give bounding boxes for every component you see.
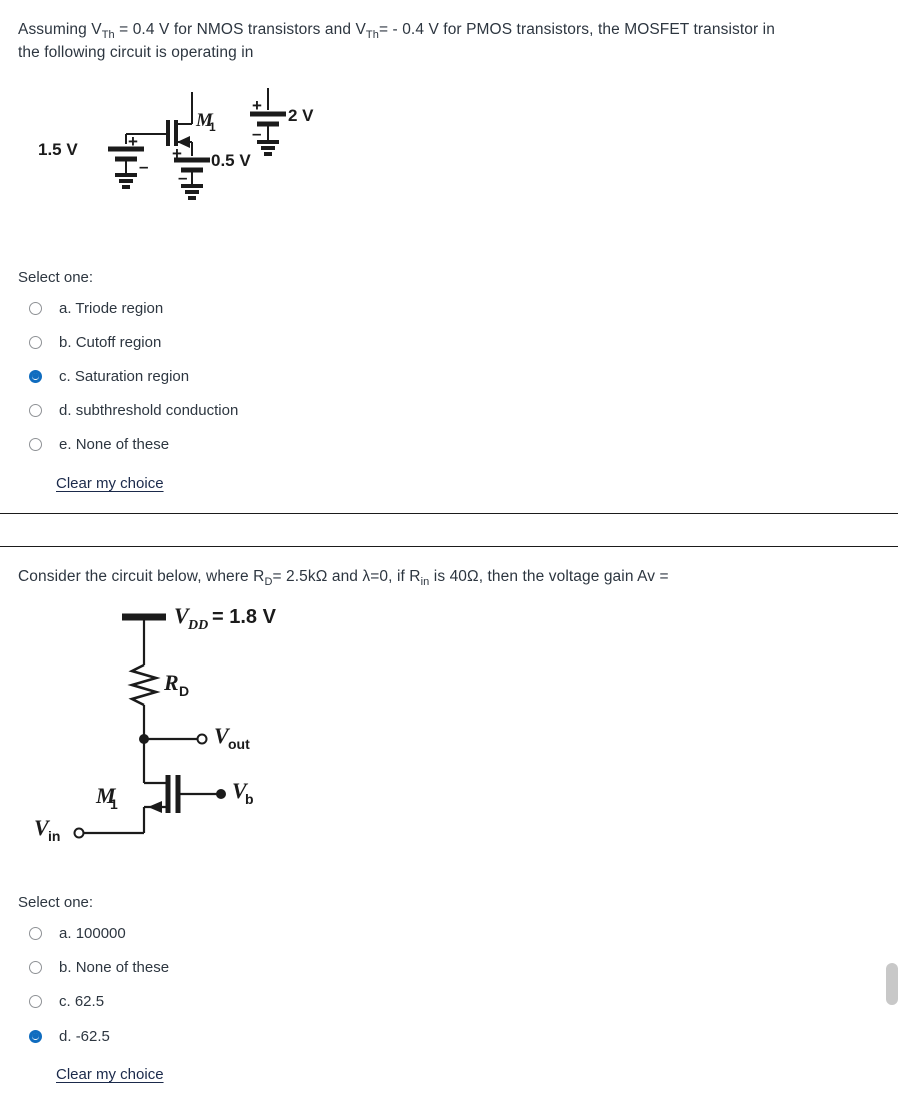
vb-sub: b [245, 791, 254, 807]
q1-option-d[interactable]: d. subthreshold conduction [29, 399, 238, 421]
q2-option-b[interactable]: b. None of these [29, 956, 169, 978]
q1-prompt-sub1: Th [101, 29, 115, 42]
transistor-m1-sub: 1 [209, 120, 216, 134]
q1-prompt-seg3: = - 0.4 V for PMOS transistors, the MOSF… [378, 21, 775, 38]
vin-terminal [73, 827, 85, 839]
polarity-plus-3: + [252, 96, 262, 115]
q1-option-a-label: a. Triode region [59, 300, 163, 317]
q2-prompt-sub1: D [264, 576, 273, 589]
q1-option-b-label: b. Cutoff region [59, 334, 161, 351]
q2-option-c-key: c. [59, 992, 71, 1010]
question-2-prompt: Consider the circuit below, where RD= 2.… [18, 565, 886, 588]
q1-option-c-key: c. [59, 367, 71, 385]
q2-prompt-seg1: Consider the circuit below, where R [18, 568, 265, 585]
q1-option-b-text: Cutoff region [75, 333, 162, 351]
q1-option-e-key: e. [59, 435, 72, 453]
q2-radio-a[interactable] [29, 926, 42, 940]
source-1v5-label: 1.5 V [38, 140, 78, 159]
q2-option-c-text: 62.5 [74, 992, 105, 1010]
q1-radio-d[interactable] [29, 403, 42, 417]
q2-radio-b[interactable] [29, 960, 42, 974]
q1-option-a-text: Triode region [75, 299, 164, 317]
vout-sub: out [228, 736, 250, 752]
q1-option-b[interactable]: b. Cutoff region [29, 331, 161, 353]
q1-option-e[interactable]: e. None of these [29, 433, 169, 455]
q2-option-a-text: 100000 [75, 924, 126, 942]
q2-prompt-seg2: = 2.5kΩ and λ=0, if R [272, 568, 421, 585]
q1-option-c[interactable]: c. Saturation region [29, 365, 189, 387]
q2-option-a-label: a. 100000 [59, 925, 126, 942]
q2-radio-d[interactable] [29, 1029, 42, 1043]
question-1-prompt: Assuming VTh = 0.4 V for NMOS transistor… [18, 18, 886, 64]
q1-option-a-key: a. [59, 299, 72, 317]
q1-option-d-key: d. [59, 401, 72, 419]
q2-option-a[interactable]: a. 100000 [29, 922, 126, 944]
section-divider-top [0, 513, 898, 514]
q1-select-one-label: Select one: [18, 269, 94, 286]
q2-prompt-seg3: is 40Ω, then the voltage gain Av = [429, 568, 669, 585]
common-gate-amplifier-svg: V DD = 1.8 V R D V out V b V in M 1 [34, 603, 277, 844]
q1-radio-a[interactable] [29, 301, 42, 315]
q1-option-c-text: Saturation region [74, 367, 190, 385]
transistor-m1-sub-2: 1 [110, 796, 118, 812]
q1-radio-e[interactable] [29, 437, 42, 451]
q1-option-e-text: None of these [75, 435, 170, 453]
polarity-minus-2: – [178, 168, 187, 187]
q1-prompt-line2: the following circuit is operating in [18, 44, 254, 61]
q2-option-c-label: c. 62.5 [59, 993, 104, 1010]
q1-prompt-seg2: = 0.4 V for NMOS transistors and V [114, 21, 366, 38]
q2-option-d-text: -62.5 [75, 1027, 110, 1045]
q1-option-a[interactable]: a. Triode region [29, 297, 163, 319]
q2-option-b-key: b. [59, 958, 72, 976]
q2-option-b-text: None of these [75, 958, 170, 976]
q1-option-e-label: e. None of these [59, 436, 169, 453]
output-node-dot [139, 734, 149, 744]
vb-terminal [216, 789, 226, 799]
nmos-source-arrow-2 [148, 801, 162, 813]
quiz-page: Assuming VTh = 0.4 V for NMOS transistor… [0, 0, 898, 1098]
q1-radio-b[interactable] [29, 335, 42, 349]
vout-terminal [196, 733, 208, 745]
q2-option-c[interactable]: c. 62.5 [29, 990, 104, 1012]
q1-clear-my-choice-link[interactable]: Clear my choice [56, 475, 164, 492]
polarity-plus-2: + [172, 144, 182, 163]
nmos-bias-circuit-svg: 1.5 V 0.5 V 2 V M 1 + – + – + – [38, 88, 314, 200]
q1-prompt-sub2: Th [365, 29, 379, 42]
q1-option-d-text: subthreshold conduction [75, 401, 239, 419]
vdd-sub: DD [187, 618, 208, 633]
q2-option-b-label: b. None of these [59, 959, 169, 976]
section-divider-bottom [0, 546, 898, 547]
q2-option-a-key: a. [59, 924, 72, 942]
q2-radio-c[interactable] [29, 994, 42, 1008]
q1-option-b-key: b. [59, 333, 72, 351]
rd-label: R [163, 670, 179, 695]
rd-sub: D [179, 683, 189, 699]
q1-option-d-label: d. subthreshold conduction [59, 402, 238, 419]
q1-option-c-label: c. Saturation region [59, 368, 189, 385]
q2-option-d-label: d. -62.5 [59, 1028, 110, 1045]
q2-option-d[interactable]: d. -62.5 [29, 1025, 110, 1047]
vin-sub: in [48, 828, 60, 844]
vdd-value: = 1.8 V [212, 606, 277, 628]
source-2v-label: 2 V [288, 106, 314, 125]
vertical-scrollbar-thumb[interactable] [886, 963, 898, 1005]
polarity-minus-3: – [252, 124, 261, 143]
q1-prompt-seg1: Assuming V [18, 21, 102, 38]
q2-select-one-label: Select one: [18, 894, 94, 911]
question-2-circuit-figure: V DD = 1.8 V R D V out V b V in M 1 [22, 595, 352, 865]
q2-option-d-key: d. [59, 1027, 72, 1045]
source-0v5-label: 0.5 V [211, 151, 251, 170]
question-1-circuit-figure: 1.5 V 0.5 V 2 V M 1 + – + – + – [20, 82, 350, 212]
polarity-minus-1: – [139, 157, 148, 176]
polarity-plus-1: + [128, 132, 138, 151]
q2-clear-my-choice-link[interactable]: Clear my choice [56, 1066, 164, 1083]
q1-radio-c[interactable] [29, 369, 42, 383]
